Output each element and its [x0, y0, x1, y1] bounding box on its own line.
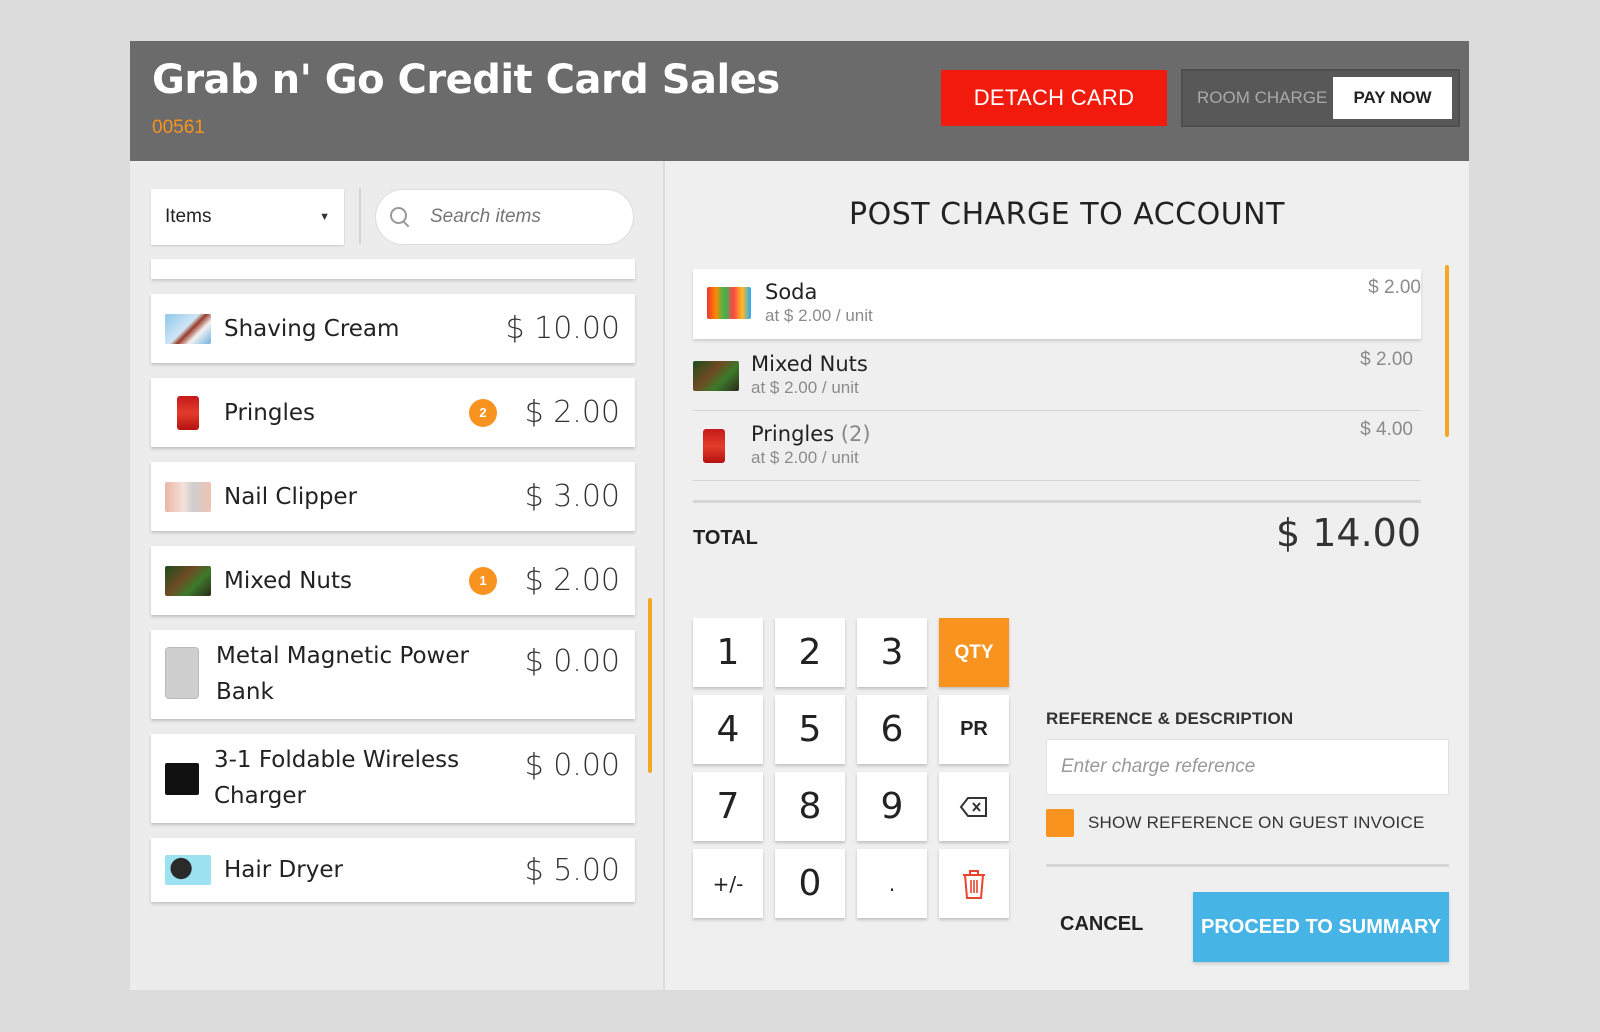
order-line-unit: at $ 2.00 / unit	[765, 306, 873, 325]
catalog-item-price: $ 2.00	[524, 395, 620, 430]
catalog-item[interactable]: Hair Dryer $ 5.00	[151, 838, 635, 902]
backspace-icon	[959, 796, 987, 817]
pringles-thumb-icon	[703, 429, 725, 463]
catalog-item-name: Nail Clipper	[224, 483, 358, 510]
search-box[interactable]	[375, 189, 634, 245]
chevron-down-icon: ▼	[319, 211, 330, 223]
outlet-id: 00561	[152, 117, 205, 138]
pringles-thumb-icon	[177, 395, 199, 430]
room-charge-option[interactable]: ROOM CHARGE	[1197, 88, 1327, 108]
charge-reference-input[interactable]	[1046, 739, 1449, 795]
catalog-item-name: Hair Dryer	[224, 857, 343, 883]
key-1[interactable]: 1	[693, 618, 763, 687]
search-input[interactable]	[430, 206, 620, 228]
order-title: POST CHARGE TO ACCOUNT	[849, 197, 1285, 232]
soda-thumb-icon	[707, 287, 751, 319]
quantity-badge: 1	[469, 566, 497, 595]
order-line[interactable]: Pringles (2) at $ 2.00 / unit $ 4.00	[693, 411, 1421, 481]
key-8[interactable]: 8	[775, 772, 845, 841]
order-lines: Soda at $ 2.00 / unit $ 2.00 Mixed Nuts …	[693, 269, 1421, 481]
key-9[interactable]: 9	[857, 772, 927, 841]
catalog-item[interactable]: 3-1 Foldable Wireless Charger $ 0.00	[151, 734, 635, 823]
nail-clipper-thumb-icon	[165, 481, 211, 512]
total-value: $ 14.00	[1275, 511, 1421, 555]
trash-icon	[963, 869, 985, 899]
key-4[interactable]: 4	[693, 695, 763, 764]
delete-key[interactable]	[939, 849, 1009, 918]
order-line[interactable]: Mixed Nuts at $ 2.00 / unit $ 2.00	[693, 341, 1421, 411]
catalog-panel: Items ▼ Shaving Cream $ 10.00 Pringles 2…	[130, 161, 663, 990]
detach-card-button[interactable]: DETACH CARD	[941, 70, 1167, 126]
category-select[interactable]: Items ▼	[151, 189, 344, 245]
catalog-item-price: $ 3.00	[524, 479, 620, 514]
order-line-price: $ 4.00	[1360, 419, 1413, 440]
catalog-item[interactable]: Nail Clipper $ 3.00	[151, 462, 635, 531]
key-6[interactable]: 6	[857, 695, 927, 764]
catalog-scrollbar[interactable]	[648, 598, 652, 773]
key-7[interactable]: 7	[693, 772, 763, 841]
decimal-key[interactable]: .	[857, 849, 927, 918]
catalog-item-name: Shaving Cream	[224, 315, 400, 342]
order-line-name-text: Pringles	[751, 422, 835, 446]
order-line[interactable]: Soda at $ 2.00 / unit $ 2.00	[693, 269, 1421, 339]
catalog-item-price: $ 0.00	[524, 644, 620, 679]
wireless-charger-thumb-icon	[165, 763, 199, 795]
catalog-item[interactable]: Metal Magnetic Power Bank $ 0.00	[151, 630, 635, 719]
proceed-to-summary-button[interactable]: PROCEED TO SUMMARY	[1193, 892, 1449, 962]
actions-divider	[1046, 864, 1449, 867]
order-line-name: Pringles (2)	[751, 422, 871, 446]
filter-divider	[359, 188, 361, 244]
key-0[interactable]: 0	[775, 849, 845, 918]
catalog-item-price: $ 0.00	[524, 748, 620, 783]
key-2[interactable]: 2	[775, 618, 845, 687]
catalog-item[interactable]: Pringles 2 $ 2.00	[151, 378, 635, 447]
order-line-price: $ 2.00	[1360, 349, 1413, 370]
keypad: 1 2 3 QTY 4 5 6 PR 7 8 9 +/- 0 .	[693, 618, 1009, 918]
mixed-nuts-thumb-icon	[693, 361, 739, 391]
catalog-item-name: Metal Magnetic Power Bank	[216, 643, 469, 705]
sign-toggle-key[interactable]: +/-	[693, 849, 763, 918]
show-on-invoice-checkbox[interactable]	[1046, 809, 1074, 837]
page-title: Grab n' Go Credit Card Sales	[152, 57, 780, 103]
order-panel: POST CHARGE TO ACCOUNT Soda at $ 2.00 / …	[665, 161, 1469, 990]
quantity-badge: 2	[469, 398, 497, 427]
pr-key[interactable]: PR	[939, 695, 1009, 764]
catalog-item-price: $ 5.00	[524, 852, 620, 888]
order-line-name: Mixed Nuts	[751, 352, 868, 376]
key-3[interactable]: 3	[857, 618, 927, 687]
total-label: TOTAL	[693, 527, 758, 549]
key-5[interactable]: 5	[775, 695, 845, 764]
mixed-nuts-thumb-icon	[165, 565, 211, 596]
qty-key[interactable]: QTY	[939, 618, 1009, 687]
show-on-invoice-label: SHOW REFERENCE ON GUEST INVOICE	[1088, 813, 1425, 832]
reference-label: REFERENCE & DESCRIPTION	[1046, 709, 1294, 728]
catalog-list: Shaving Cream $ 10.00 Pringles 2 $ 2.00 …	[151, 294, 635, 902]
app-window: Grab n' Go Credit Card Sales 00561 DETAC…	[130, 41, 1469, 990]
order-line-qty: (2)	[840, 422, 871, 446]
catalog-item-price: $ 10.00	[505, 311, 620, 346]
catalog-item-price: $ 2.00	[524, 563, 620, 598]
cancel-button[interactable]: CANCEL	[1060, 913, 1143, 936]
total-divider	[693, 500, 1421, 503]
search-icon	[388, 205, 412, 229]
catalog-item-name: 3-1 Foldable Wireless Charger	[214, 747, 460, 809]
list-item-partial[interactable]	[151, 259, 635, 279]
order-line-price: $ 2.00	[1368, 277, 1421, 298]
shaving-cream-thumb-icon	[165, 313, 211, 344]
order-scrollbar[interactable]	[1445, 265, 1449, 437]
pay-now-option[interactable]: PAY NOW	[1333, 77, 1452, 119]
order-line-unit: at $ 2.00 / unit	[751, 378, 859, 397]
header-bar: Grab n' Go Credit Card Sales 00561 DETAC…	[130, 41, 1469, 161]
catalog-item[interactable]: Shaving Cream $ 10.00	[151, 294, 635, 363]
category-select-value: Items	[165, 206, 212, 227]
backspace-key[interactable]	[939, 772, 1009, 841]
hair-dryer-thumb-icon	[165, 855, 211, 885]
power-bank-thumb-icon	[165, 647, 199, 699]
order-line-unit: at $ 2.00 / unit	[751, 448, 859, 467]
order-line-name: Soda	[765, 280, 818, 304]
payment-mode-toggle: ROOM CHARGE PAY NOW	[1181, 69, 1460, 127]
catalog-item[interactable]: Mixed Nuts 1 $ 2.00	[151, 546, 635, 615]
